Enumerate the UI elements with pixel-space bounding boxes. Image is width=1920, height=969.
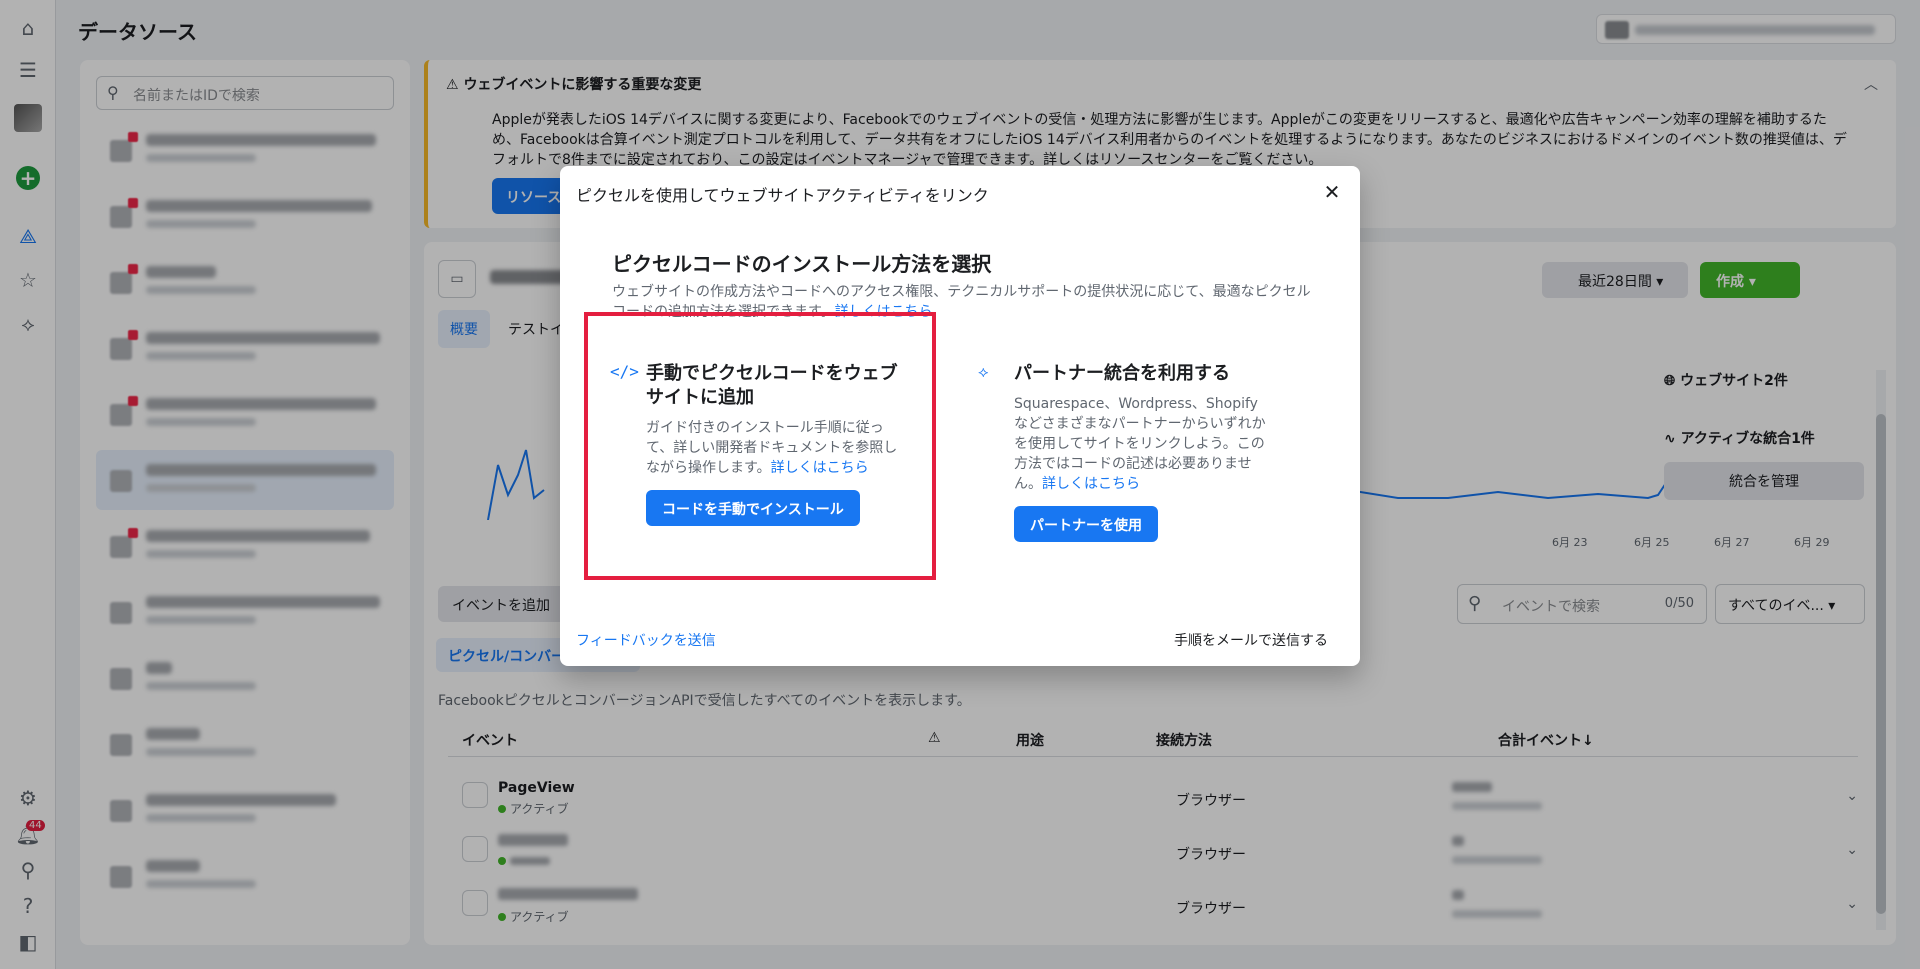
install-code-manually-button[interactable]: コードを手動でインストール <box>646 490 860 526</box>
manual-learn-more-link[interactable]: 詳しくはこちら <box>771 460 869 476</box>
handshake-icon: ⟡ <box>978 362 989 381</box>
dialog-heading: ピクセルコードのインストール方法を選択 <box>612 252 992 276</box>
partner-option-title: パートナー統合を利用する <box>1014 363 1230 384</box>
partner-option-desc: Squarespace、Wordpress、Shopifyなどさまざまなパートナ… <box>1014 396 1266 492</box>
dialog-title: ピクセルを使用してウェブサイトアクティビティをリンク <box>576 186 989 205</box>
email-instructions-link[interactable]: 手順をメールで送信する <box>1174 630 1328 650</box>
partner-integration-option: ⟡ パートナー統合を利用する Squarespace、Wordpress、Sho… <box>978 362 1298 562</box>
send-feedback-link[interactable]: フィードバックを送信 <box>576 630 716 650</box>
close-icon[interactable]: ✕ <box>1320 180 1344 204</box>
manual-option-title: 手動でピクセルコードをウェブサイトに追加 <box>646 363 898 408</box>
manual-option-desc: ガイド付きのインストール手順に従って、詳しい開発者ドキュメントを参照しながら操作… <box>646 420 898 476</box>
manual-install-option: </> 手動でピクセルコードをウェブサイトに追加 ガイド付きのインストール手順に… <box>610 362 910 562</box>
use-partner-button[interactable]: パートナーを使用 <box>1014 506 1158 542</box>
code-icon: </> <box>610 362 639 381</box>
partner-learn-more-link[interactable]: 詳しくはこちら <box>1042 476 1140 492</box>
install-pixel-dialog: ピクセルを使用してウェブサイトアクティビティをリンク ✕ ピクセルコードのインス… <box>560 166 1360 666</box>
